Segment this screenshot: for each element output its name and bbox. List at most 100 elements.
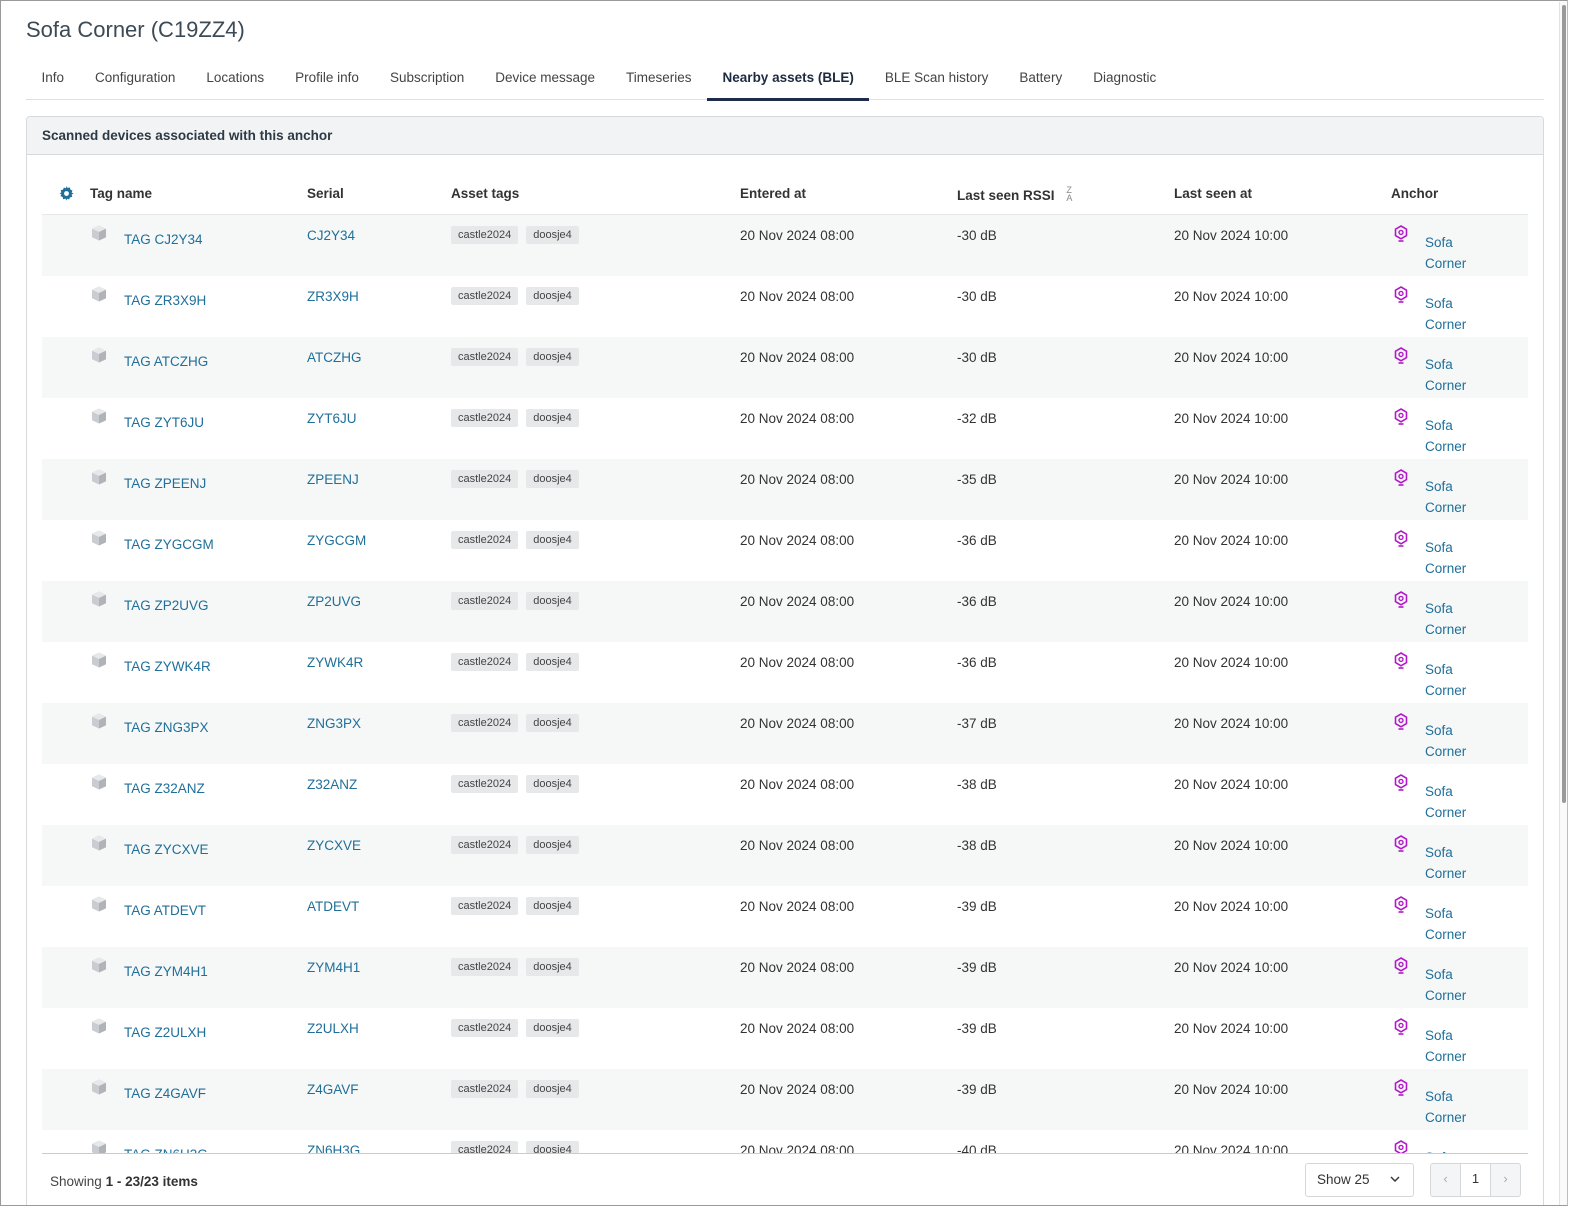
serial-link[interactable]: ZYGCGM — [307, 533, 366, 548]
entered-at: 20 Nov 2024 08:00 — [740, 411, 855, 426]
tag-name-link[interactable]: TAG ZP2UVG — [124, 598, 209, 613]
next-page-button[interactable]: › — [1491, 1164, 1520, 1196]
tag-name-link[interactable]: TAG Z2ULXH — [124, 1025, 206, 1040]
anchor-link[interactable]: Sofa Corner — [1425, 1086, 1485, 1128]
serial-link[interactable]: ZP2UVG — [307, 594, 361, 609]
tag-name-link[interactable]: TAG ZYGCGM — [124, 537, 214, 552]
tag-name-link[interactable]: TAG ZYWK4R — [124, 659, 211, 674]
asset-tag-badge: doosje4 — [526, 226, 579, 244]
serial-link[interactable]: Z32ANZ — [307, 777, 357, 792]
cube-icon — [90, 712, 108, 730]
anchor-link[interactable]: Sofa Corner — [1425, 232, 1485, 274]
entered-at: 20 Nov 2024 08:00 — [740, 350, 855, 365]
tab-locations[interactable]: Locations — [191, 61, 280, 100]
sort-icon[interactable]: ZA — [1066, 186, 1072, 203]
anchor-device-icon — [1394, 286, 1408, 304]
tab-ble-scan-history[interactable]: BLE Scan history — [869, 61, 1004, 100]
column-header-last-seen-at[interactable]: Last seen at — [1174, 186, 1252, 201]
tab-nearby-assets-ble[interactable]: Nearby assets (BLE) — [707, 61, 870, 101]
tag-name-link[interactable]: TAG ATCZHG — [124, 354, 208, 369]
scrollbar-thumb[interactable] — [1562, 5, 1566, 803]
anchor-link[interactable]: Sofa Corner — [1425, 354, 1485, 396]
anchor-link[interactable]: Sofa Corner — [1425, 781, 1485, 823]
serial-link[interactable]: Z2ULXH — [307, 1021, 359, 1036]
tag-name-link[interactable]: TAG CJ2Y34 — [124, 232, 203, 247]
tab-battery[interactable]: Battery — [1004, 61, 1078, 100]
page-size-select[interactable]: Show 25 — [1305, 1163, 1414, 1197]
table-row: TAG Z32ANZ Z32ANZ castle2024 doosje4 20 Nov … — [42, 764, 1528, 825]
last-seen-at: 20 Nov 2024 10:00 — [1174, 777, 1289, 792]
tab-configuration[interactable]: Configuration — [80, 61, 191, 100]
entered-at: 20 Nov 2024 08:00 — [740, 1143, 855, 1153]
table-row: TAG ATDEVT ATDEVT castle2024 doosje4 20 Nov … — [42, 886, 1528, 947]
current-page-button[interactable]: 1 — [1460, 1164, 1491, 1196]
panel-heading: Scanned devices associated with this anc… — [27, 117, 1543, 155]
anchor-device-icon — [1394, 347, 1408, 365]
chevron-down-icon — [1390, 1176, 1400, 1182]
table-row: TAG ZP2UVG ZP2UVG castle2024 doosje4 20 Nov … — [42, 581, 1528, 642]
anchor-device-icon — [1394, 408, 1408, 426]
anchor-link[interactable]: Sofa Corner — [1425, 1025, 1485, 1067]
tag-name-link[interactable]: TAG Z32ANZ — [124, 781, 205, 796]
serial-link[interactable]: ZN6H3G — [307, 1143, 360, 1153]
serial-link[interactable]: ZYT6JU — [307, 411, 357, 426]
tag-name-link[interactable]: TAG ZYCXVE — [124, 842, 209, 857]
serial-link[interactable]: ZNG3PX — [307, 716, 361, 731]
serial-link[interactable]: ZYCXVE — [307, 838, 361, 853]
serial-link[interactable]: CJ2Y34 — [307, 228, 355, 243]
serial-link[interactable]: ATCZHG — [307, 350, 362, 365]
tag-name-link[interactable]: TAG ZR3X9H — [124, 293, 206, 308]
column-header-tag-name[interactable]: Tag name — [90, 186, 152, 201]
last-seen-rssi: -39 dB — [957, 899, 997, 914]
anchor-link[interactable]: Sofa Corner — [1425, 903, 1485, 945]
asset-tag-badge: doosje4 — [526, 836, 579, 854]
last-seen-at: 20 Nov 2024 10:00 — [1174, 838, 1289, 853]
serial-link[interactable]: ZYWK4R — [307, 655, 363, 670]
tab-diagnostic[interactable]: Diagnostic — [1078, 61, 1172, 100]
last-seen-at: 20 Nov 2024 10:00 — [1174, 716, 1289, 731]
serial-link[interactable]: Z4GAVF — [307, 1082, 359, 1097]
last-seen-rssi: -38 dB — [957, 777, 997, 792]
tag-name-link[interactable]: TAG Z4GAVF — [124, 1086, 206, 1101]
anchor-link[interactable]: Sofa Corner — [1425, 659, 1485, 701]
asset-tag-badge: doosje4 — [526, 287, 579, 305]
tab-timeseries[interactable]: Timeseries — [611, 61, 708, 100]
serial-link[interactable]: ZYM4H1 — [307, 960, 360, 975]
entered-at: 20 Nov 2024 08:00 — [740, 472, 855, 487]
asset-tag-badge: doosje4 — [526, 348, 579, 366]
anchor-link[interactable]: Sofa Corner — [1425, 598, 1485, 640]
tag-name-link[interactable]: TAG ZYM4H1 — [124, 964, 208, 979]
gear-icon[interactable] — [59, 186, 74, 201]
anchor-link[interactable]: Sofa Corner — [1425, 476, 1485, 518]
anchor-link[interactable]: Sofa Corner — [1425, 842, 1485, 884]
asset-tag-badge: doosje4 — [526, 592, 579, 610]
tab-subscription[interactable]: Subscription — [374, 61, 479, 100]
tag-name-link[interactable]: TAG ZNG3PX — [124, 720, 209, 735]
tag-name-link[interactable]: TAG ZPEENJ — [124, 476, 206, 491]
prev-page-button[interactable]: ‹ — [1431, 1164, 1460, 1196]
tag-name-link[interactable]: TAG ATDEVT — [124, 903, 206, 918]
serial-link[interactable]: ZR3X9H — [307, 289, 359, 304]
column-header-last-seen-rssi[interactable]: Last seen RSSI ZA — [957, 186, 1072, 204]
tab-profile-info[interactable]: Profile info — [280, 61, 375, 100]
asset-tags: castle2024 doosje4 — [451, 592, 579, 610]
anchor-link[interactable]: Sofa Corner — [1425, 964, 1485, 1006]
tag-name-link[interactable]: TAG ZYT6JU — [124, 415, 204, 430]
column-header-anchor[interactable]: Anchor — [1391, 186, 1438, 201]
tab-info[interactable]: Info — [26, 61, 80, 100]
column-header-entered-at[interactable]: Entered at — [740, 186, 806, 201]
serial-link[interactable]: ZPEENJ — [307, 472, 359, 487]
anchor-link[interactable]: Sofa Corner — [1425, 415, 1485, 457]
anchor-device-icon — [1394, 896, 1408, 914]
entered-at: 20 Nov 2024 08:00 — [740, 594, 855, 609]
anchor-link[interactable]: Sofa Corner — [1425, 720, 1485, 762]
anchor-link[interactable]: Sofa Corner — [1425, 537, 1485, 579]
asset-tags: castle2024 doosje4 — [451, 1019, 579, 1037]
last-seen-at: 20 Nov 2024 10:00 — [1174, 655, 1289, 670]
cube-icon — [90, 224, 108, 242]
anchor-link[interactable]: Sofa Corner — [1425, 293, 1485, 335]
column-header-serial[interactable]: Serial — [307, 186, 344, 201]
serial-link[interactable]: ATDEVT — [307, 899, 359, 914]
column-header-asset-tags[interactable]: Asset tags — [451, 186, 519, 201]
tab-device-message[interactable]: Device message — [480, 61, 611, 100]
